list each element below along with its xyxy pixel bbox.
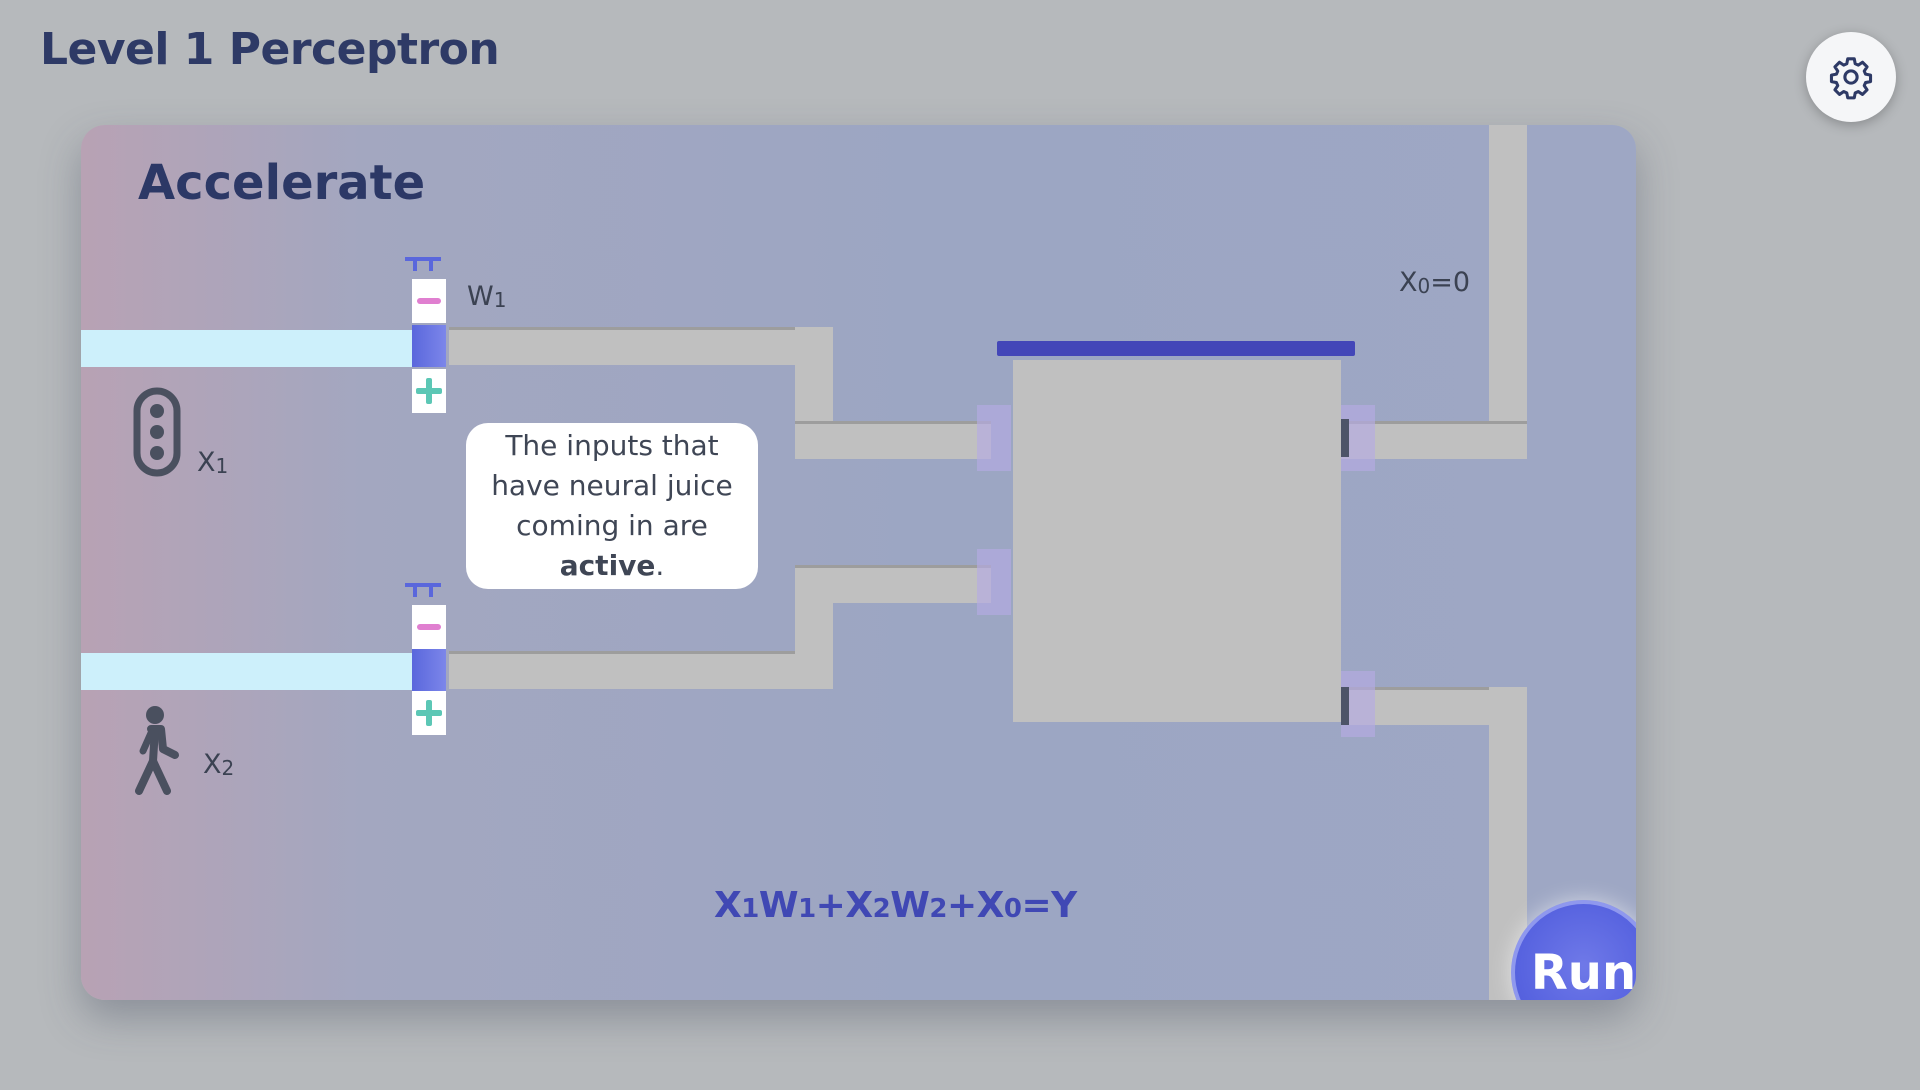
neuron-input-port-1 bbox=[977, 405, 1011, 471]
gear-icon bbox=[1829, 57, 1873, 100]
hint-tooltip: The inputs that have neural juice coming… bbox=[466, 423, 758, 589]
threshold-bar bbox=[997, 341, 1355, 356]
plus-icon bbox=[416, 700, 442, 726]
traffic-light-icon bbox=[133, 387, 181, 477]
game-board: Accelerate W1 X1 X2 X0=0 The inputs that… bbox=[81, 125, 1636, 1000]
weight-1-increase-button[interactable] bbox=[412, 369, 446, 413]
weight-2-increase-button[interactable] bbox=[412, 691, 446, 735]
settings-button[interactable] bbox=[1806, 32, 1896, 122]
input-1-label: X1 bbox=[197, 447, 229, 478]
input-2-label: X2 bbox=[203, 749, 235, 780]
pipe-1-horizontal bbox=[449, 327, 833, 365]
walking-person-icon bbox=[135, 706, 179, 795]
output-port-valve bbox=[1341, 687, 1349, 725]
neuron-body bbox=[1013, 360, 1341, 722]
pipe-2-horizontal bbox=[449, 651, 833, 689]
weight-2-decrease-button[interactable] bbox=[412, 605, 446, 649]
bias-label: X0=0 bbox=[1399, 267, 1471, 298]
page-title: Level 1 Perceptron bbox=[40, 24, 500, 75]
weight-1-decrease-button[interactable] bbox=[412, 279, 446, 323]
pipe-1-to-neuron bbox=[795, 421, 991, 459]
perceptron-formula: X1W1+X2W2+X0=Y bbox=[714, 885, 1077, 926]
minus-icon bbox=[417, 298, 441, 304]
weight-1-value-fill bbox=[412, 325, 446, 367]
level-name: Accelerate bbox=[138, 155, 426, 211]
input-2-juice bbox=[81, 653, 417, 690]
neuron-input-port-2 bbox=[977, 549, 1011, 615]
weight-1-label: W1 bbox=[467, 281, 507, 312]
minus-icon bbox=[417, 624, 441, 630]
run-button[interactable]: Run bbox=[1511, 900, 1636, 1000]
input-1-juice bbox=[81, 330, 417, 367]
weight-2-value-fill bbox=[412, 649, 446, 691]
bias-pipe-vertical bbox=[1489, 125, 1527, 459]
pipe-2-to-neuron bbox=[795, 565, 991, 603]
plus-icon bbox=[416, 378, 442, 404]
bias-port-valve bbox=[1341, 419, 1349, 457]
